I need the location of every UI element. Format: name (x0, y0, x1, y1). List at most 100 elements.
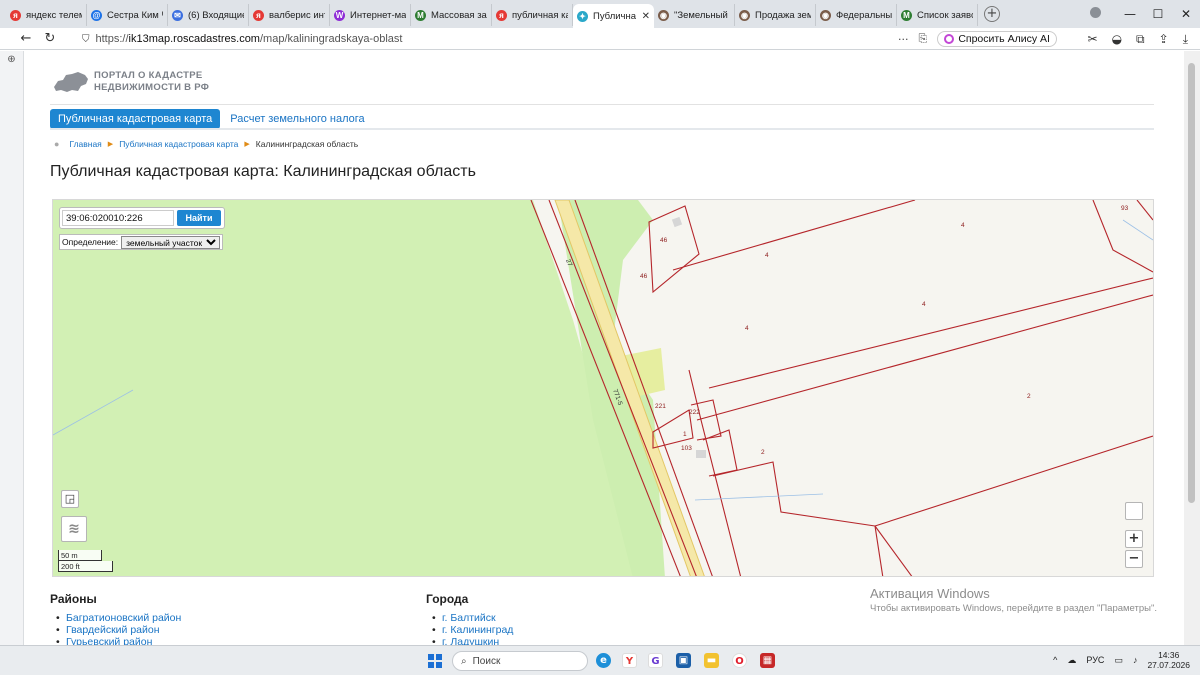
app-red-icon[interactable]: ▦ (760, 653, 775, 668)
extensions-icon[interactable]: ⧉ (1136, 32, 1145, 47)
list-item-link[interactable]: Багратионовский район (50, 612, 181, 624)
tab-favicon-icon: я (496, 9, 507, 21)
search-button[interactable]: Найти (177, 210, 221, 226)
address-bar[interactable]: ⛉ https:// ik13map.roscadastres.com /map… (82, 30, 932, 48)
site-logo[interactable]: ПОРТАЛ О КАДАСТРЕ НЕДВИЖИМОСТИ В РФ (52, 69, 209, 95)
select-tool-button[interactable] (1125, 502, 1143, 520)
yandex-browser-icon[interactable]: Y (622, 653, 637, 668)
browser-tab[interactable]: M Список заявс (897, 4, 978, 26)
clock[interactable]: 14:36 27.07.2026 (1147, 650, 1190, 670)
download-icon[interactable]: ⤓ (1183, 32, 1188, 47)
file-explorer-icon[interactable]: ▬ (704, 653, 719, 668)
parcel-label: 221 (655, 403, 666, 410)
tools-icon[interactable]: ✂ (1088, 32, 1098, 47)
definition-select[interactable]: земельный участок (121, 235, 221, 249)
tab-favicon-icon: я (10, 9, 21, 21)
districts-list: Багратионовский районГвардейский районГу… (50, 612, 181, 645)
zoom-in-button[interactable]: + (1125, 530, 1143, 548)
new-tab-button[interactable]: + (984, 6, 1000, 22)
opera-icon[interactable]: O (732, 653, 747, 668)
window-controls: — ☐ ✕ (1088, 0, 1200, 28)
list-item-link[interactable]: г. Ладушкин (426, 636, 513, 645)
sidebar-add-icon[interactable]: ⊕ (0, 54, 23, 65)
tab-label: Массовая зая (431, 9, 487, 21)
logo-text: ПОРТАЛ О КАДАСТРЕ НЕДВИЖИМОСТИ В РФ (94, 70, 209, 94)
weather-icon[interactable]: ☁ (1067, 655, 1076, 666)
parcel-label: 2 (761, 449, 765, 456)
language-indicator[interactable]: РУС (1086, 655, 1104, 665)
list-item-link[interactable]: г. Калининград (426, 624, 513, 636)
alice-label: Спросить Алису AI (958, 33, 1050, 45)
building (671, 216, 683, 228)
bookmark-icon[interactable]: ⎘ (919, 32, 928, 46)
toolbar-icons: ✂ ◒ ⧉ ⇪ ⤓ (1088, 32, 1189, 47)
nav-public-map[interactable]: Публичная кадастровая карта (50, 109, 221, 129)
browser-tab[interactable]: @ Сестра Ким Ч (87, 4, 168, 26)
minimize-button[interactable]: — (1116, 7, 1144, 21)
layers-button[interactable]: ≋ (61, 516, 87, 542)
tab-favicon-icon: ◉ (739, 9, 750, 21)
cadastral-map[interactable]: 46 46 4 4 4 4 93 221 222 103 1 2 2 27 77… (52, 199, 1154, 577)
tab-close-icon[interactable]: ✕ (639, 11, 650, 22)
back-button[interactable]: ← (14, 31, 38, 46)
vpn-icon[interactable]: ◒ (1112, 32, 1122, 47)
scale-imperial: 200 ft (58, 561, 113, 572)
zoom-out-button[interactable]: − (1125, 550, 1143, 568)
fullscreen-button[interactable]: ◲ (61, 490, 79, 508)
browser-tab[interactable]: я яндекс телем (6, 4, 87, 26)
ask-alice-button[interactable]: Спросить Алису AI (937, 31, 1057, 47)
list-item-link[interactable]: г. Балтийск (426, 612, 513, 624)
network-icon[interactable]: ▭ (1114, 655, 1123, 666)
site-info-icon[interactable]: ⛉ (82, 34, 90, 45)
tabs-container: я яндекс телем @ Сестра Ким Ч ✉ (6) Входящие я… (6, 0, 978, 28)
browser-tab[interactable]: ◉ Федеральный (816, 4, 897, 26)
share-icon[interactable]: ⇪ (1159, 32, 1169, 47)
edge-icon[interactable]: e (596, 653, 611, 668)
cities-list: г. Балтийскг. Калининградг. Ладушкин (426, 612, 513, 645)
search-icon: ⌕ (461, 655, 467, 667)
list-item-link[interactable]: Гурьевский район (50, 636, 181, 645)
parcel-label: 46 (640, 273, 648, 280)
more-icon[interactable]: ··· (898, 33, 909, 46)
tray-chevron-icon[interactable]: ^ (1053, 655, 1057, 665)
app-icon[interactable]: G (648, 653, 663, 668)
browser-tab[interactable]: W Интернет-ма (330, 4, 411, 26)
parcel-label: 4 (961, 222, 965, 229)
parcel-label: 4 (745, 325, 749, 332)
browser-tab[interactable]: ✦ Публична ✕ (573, 4, 654, 28)
browser-tab[interactable]: ✉ (6) Входящие (168, 4, 249, 26)
store-icon[interactable]: ▣ (676, 653, 691, 668)
system-tray: ^ ☁ РУС ▭ ♪ 14:36 27.07.2026 (1053, 650, 1190, 670)
tab-favicon-icon: ◉ (820, 9, 831, 21)
scrollbar-thumb[interactable] (1188, 63, 1195, 503)
taskbar-search[interactable]: ⌕ Поиск (452, 651, 588, 671)
nav-land-tax[interactable]: Расчет земельного налога (222, 109, 372, 129)
browser-tab[interactable]: ◉ "Земельный у (654, 4, 735, 26)
logo-line-2: НЕДВИЖИМОСТИ В РФ (94, 82, 210, 93)
cadastral-number-input[interactable] (62, 210, 174, 226)
breadcrumb-home[interactable]: Главная (69, 139, 101, 149)
scale-metric: 50 m (58, 550, 102, 561)
nav-divider (50, 128, 1154, 130)
browser-tab[interactable]: ◉ Продажа зем (735, 4, 816, 26)
tab-strip: я яндекс телем @ Сестра Ким Ч ✉ (6) Входящие я… (0, 0, 1200, 28)
site-nav: Публичная кадастровая карта Расчет земел… (50, 109, 373, 129)
browser-tab[interactable]: M Массовая зая (411, 4, 492, 26)
browser-tab[interactable]: я валберис инт (249, 4, 330, 26)
watermark-text: Чтобы активировать Windows, перейдите в … (870, 603, 1157, 614)
profile-icon[interactable] (1088, 7, 1116, 21)
taskbar: ⌕ Поиск e Y G ▣ ▬ O ▦ ^ ☁ РУС ▭ ♪ 14:36 … (0, 645, 1200, 675)
map-canvas[interactable]: 46 46 4 4 4 4 93 221 222 103 1 2 2 27 77… (53, 200, 1154, 577)
browser-tab[interactable]: я публичная ка (492, 4, 573, 26)
volume-icon[interactable]: ♪ (1133, 655, 1138, 665)
reload-button[interactable]: ↻ (38, 31, 62, 46)
breadcrumb-section[interactable]: Публичная кадастровая карта (119, 139, 238, 149)
page-title: Публичная кадастровая карта: Калининград… (50, 163, 476, 180)
tab-label: публичная ка (512, 9, 568, 21)
maximize-button[interactable]: ☐ (1144, 7, 1172, 21)
page-scrollbar[interactable] (1184, 51, 1200, 645)
navigation-bar: ← ↻ ⛉ https:// ik13map.roscadastres.com … (0, 28, 1200, 50)
windows-start-icon[interactable] (428, 654, 442, 668)
list-item-link[interactable]: Гвардейский район (50, 624, 181, 636)
close-window-button[interactable]: ✕ (1172, 7, 1200, 21)
